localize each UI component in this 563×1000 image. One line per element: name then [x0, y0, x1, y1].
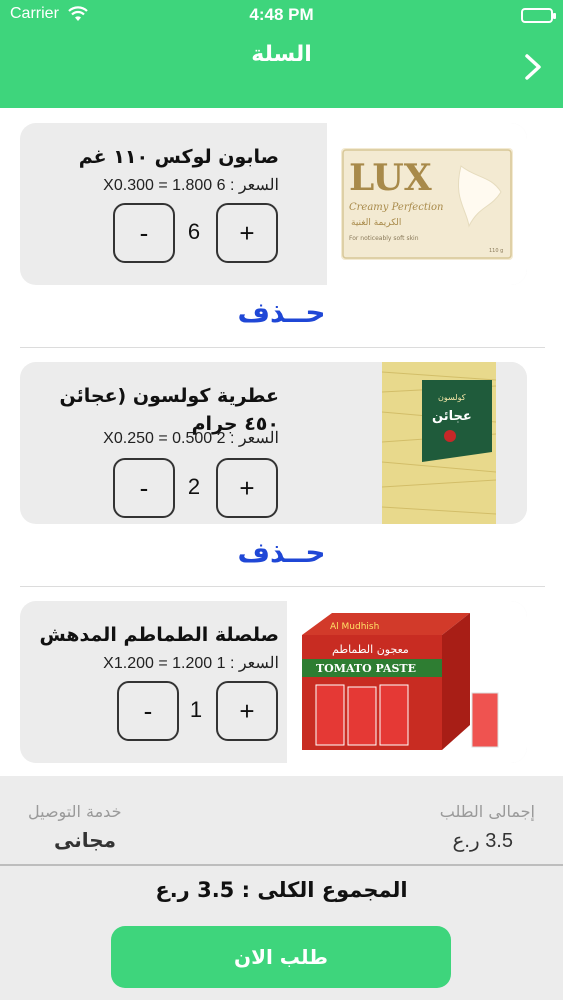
chevron-right-icon[interactable]	[515, 50, 549, 84]
cart-item: Al Mudhish معجون الطماطم TOMATO PASTE صل…	[20, 601, 527, 763]
decrease-quantity-button[interactable]: -	[113, 458, 175, 518]
price-line: السعر : 6 X0.300 = 1.800	[103, 177, 279, 194]
order-summary: خدمة التوصيل مجانى إجمالى الطلب 3.5 ر.ع	[0, 776, 563, 864]
quantity-value: 6	[187, 219, 201, 244]
page-title: السلة	[251, 42, 312, 67]
grand-total: المجموع الكلى : 3.5 ر.ع	[155, 878, 408, 902]
lux-brand-text: LUX	[349, 157, 432, 199]
increase-quantity-button[interactable]: +	[216, 203, 278, 263]
delete-item-button[interactable]: حــذف	[0, 296, 563, 329]
increase-quantity-button[interactable]: +	[216, 458, 278, 518]
product-name: صابون لوكس ١١٠ غم	[78, 146, 279, 168]
price-line: السعر : 2 X0.250 = 0.500	[103, 430, 279, 447]
price-line: السعر : 1 X1.200 = 1.200	[103, 655, 279, 672]
product-image-lux: LUX Creamy Perfection الكريمة الغنية For…	[327, 123, 527, 285]
status-bar: Carrier 4:48 PM	[0, 0, 563, 30]
svg-text:Al Mudhish: Al Mudhish	[330, 622, 379, 632]
battery-icon	[521, 8, 556, 23]
clock: 4:48 PM	[249, 5, 314, 24]
svg-text:معجون الطماطم: معجون الطماطم	[332, 643, 409, 656]
order-total-value: 3.5 ر.ع	[452, 830, 513, 852]
product-name: صلصلة الطماطم المدهش	[39, 624, 279, 646]
quantity-value: 1	[189, 697, 203, 722]
svg-text:TOMATO PASTE: TOMATO PASTE	[316, 662, 416, 675]
delivery-value: مجانى	[54, 828, 117, 852]
delivery-label: خدمة التوصيل	[28, 802, 122, 821]
lux-soap-image: LUX Creamy Perfection الكريمة الغنية For…	[341, 148, 513, 260]
svg-text:كولسون: كولسون	[438, 393, 466, 402]
divider	[20, 347, 545, 348]
product-image-tomato-paste: Al Mudhish معجون الطماطم TOMATO PASTE	[287, 601, 527, 763]
increase-quantity-button[interactable]: +	[216, 681, 278, 741]
svg-text:عجائن: عجائن	[432, 409, 472, 424]
svg-text:For noticeably soft skin: For noticeably soft skin	[349, 235, 419, 242]
cart-item: كولسون عجائن عطرية كولسون (عجائن ٤٥٠ جرا…	[20, 362, 527, 524]
product-image-pasta: كولسون عجائن	[351, 362, 527, 524]
pasta-bag-image: كولسون عجائن	[382, 362, 496, 524]
order-total-label: إجمالى الطلب	[439, 802, 535, 821]
checkout-footer: المجموع الكلى : 3.5 ر.ع طلب الان	[0, 864, 563, 1000]
navigation-header: Carrier 4:48 PM السلة	[0, 0, 563, 108]
svg-text:Creamy Perfection: Creamy Perfection	[349, 202, 444, 213]
svg-text:110 g: 110 g	[489, 248, 503, 254]
cart-item: LUX Creamy Perfection الكريمة الغنية For…	[20, 123, 527, 285]
decrease-quantity-button[interactable]: -	[117, 681, 179, 741]
order-now-button[interactable]: طلب الان	[111, 926, 451, 988]
divider	[20, 586, 545, 587]
quantity-value: 2	[187, 474, 201, 499]
tomato-paste-box-image: Al Mudhish معجون الطماطم TOMATO PASTE	[302, 613, 499, 750]
delete-item-button[interactable]: حــذف	[0, 536, 563, 569]
svg-text:الكريمة الغنية: الكريمة الغنية	[351, 218, 401, 228]
decrease-quantity-button[interactable]: -	[113, 203, 175, 263]
